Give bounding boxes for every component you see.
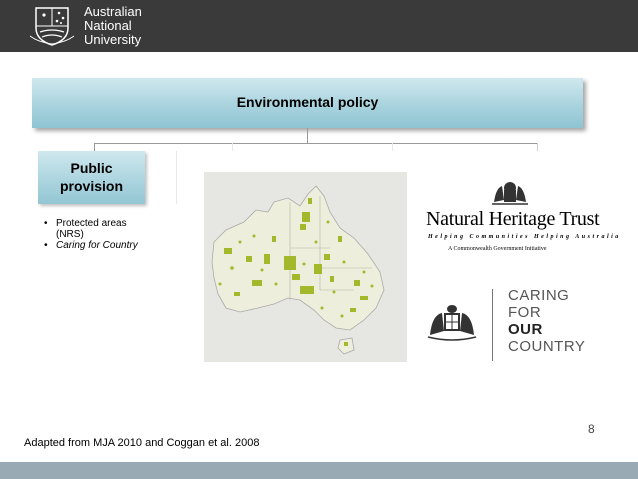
nht-government-line: A Commonwealth Government Initiative (448, 246, 547, 252)
natural-heritage-trust-logo: Natural Heritage Trust Helping Communiti… (424, 178, 618, 258)
connector-line (392, 143, 393, 151)
nht-title: Natural Heritage Trust (426, 208, 600, 230)
bullet-text: Caring for Country (56, 240, 138, 251)
footer-bar (0, 462, 638, 479)
bullet-item: Protected areas (NRS) (44, 218, 138, 240)
anu-wordmark: Australian National University (84, 5, 142, 47)
page-number: 8 (588, 422, 595, 436)
divider (176, 151, 177, 204)
bullet-item: Caring for Country (44, 240, 138, 251)
source-credit: Adapted from MJA 2010 and Coggan et al. … (24, 437, 260, 449)
public-provision-node: Public provision (38, 151, 145, 204)
public-provision-label: Public provision (59, 160, 123, 194)
commonwealth-crest-icon (427, 305, 477, 341)
divider (492, 289, 493, 361)
connector-line (94, 143, 95, 151)
anu-wordmark-line: University (84, 32, 142, 47)
nht-tagline: Helping Communities Helping Australia (428, 234, 621, 240)
connector-line (94, 143, 538, 144)
commonwealth-crest-icon (492, 182, 528, 205)
connector-line (537, 143, 538, 151)
environmental-policy-title: Environmental policy (236, 94, 379, 110)
connector-line (307, 128, 308, 143)
cfc-word: COUNTRY (508, 338, 586, 355)
public-provision-title: Public provision (38, 159, 145, 195)
anu-wordmark-line: National (84, 18, 132, 33)
cfc-word: OUR (508, 321, 543, 338)
cfc-word: FOR (508, 304, 542, 321)
bullet-text: Protected areas (NRS) (56, 218, 127, 240)
environmental-policy-node: Environmental policy (32, 78, 583, 128)
australia-map-icon (211, 185, 385, 355)
bullet-list: Protected areas (NRS) Caring for Country (44, 218, 138, 251)
header-bar: Australian National University (0, 0, 638, 52)
protected-areas-map (204, 172, 407, 362)
anu-crest-icon (30, 7, 74, 46)
cfc-wordmark: CARING FOR OUR COUNTRY (508, 287, 585, 355)
anu-wordmark-line: Australian (84, 4, 142, 19)
cfc-word: CARING (508, 287, 570, 304)
caring-for-country-logo: CARING FOR OUR COUNTRY (424, 285, 596, 365)
connector-line (232, 143, 233, 151)
